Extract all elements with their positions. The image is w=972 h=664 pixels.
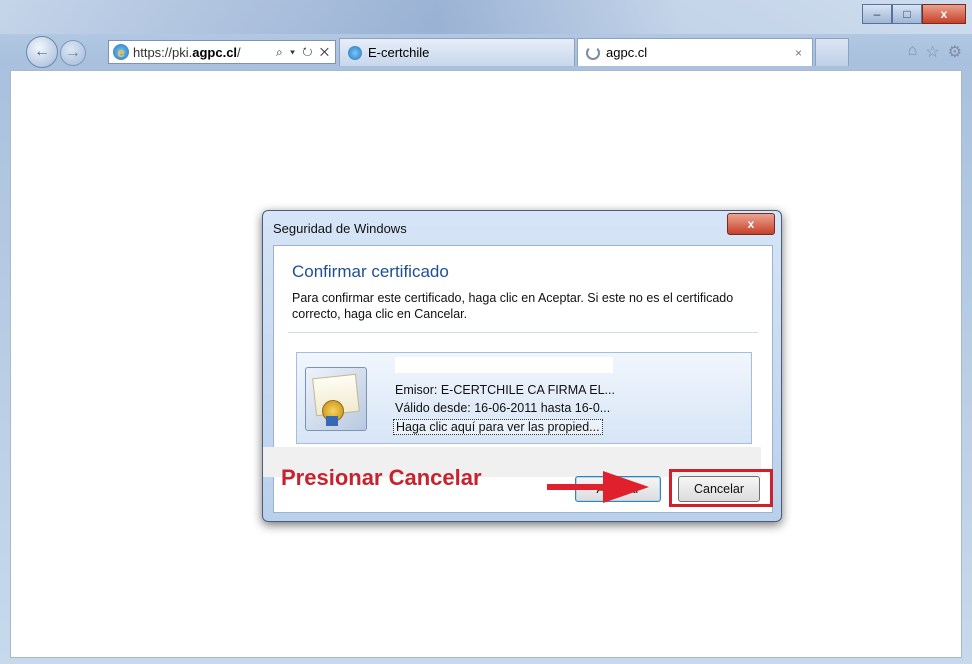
maximize-button[interactable]: □ (892, 4, 922, 24)
tab-label: E-certchile (368, 45, 430, 60)
certificate-issuer: Emisor: E-CERTCHILE CA FIRMA EL... (395, 383, 615, 397)
settings-icon[interactable]: ⚙ (948, 42, 962, 62)
title-bar (0, 0, 972, 34)
certificate-item[interactable]: Emisor: E-CERTCHILE CA FIRMA EL... Válid… (296, 352, 752, 444)
security-dialog: Seguridad de Windows x Confirmar certifi… (262, 210, 782, 522)
certificate-properties-link[interactable]: Haga clic aquí para ver las propied... (393, 419, 603, 435)
redacted-name (395, 357, 613, 373)
address-bar[interactable]: e https://pki.agpc.cl/ ⌕ ▾ ↻ ✕ (108, 40, 336, 64)
address-url[interactable]: https://pki.agpc.cl/ (133, 45, 241, 60)
dialog-title: Seguridad de Windows (273, 221, 407, 236)
window-controls: – □ x (862, 4, 966, 24)
dialog-close-button[interactable]: x (727, 213, 775, 235)
forward-button[interactable]: → (60, 40, 86, 66)
loading-icon (586, 45, 600, 60)
arrow-icon (547, 471, 649, 503)
browser-window: – □ x ← → e https://pki.agpc.cl/ ⌕ ▾ ↻ ✕… (0, 0, 972, 664)
new-tab-button[interactable] (815, 38, 849, 66)
dialog-message: Para confirmar este certificado, haga cl… (292, 291, 734, 321)
close-tab-icon[interactable]: × (795, 46, 802, 60)
forward-arrow-icon: → (65, 44, 81, 61)
back-arrow-icon: ← (34, 43, 50, 60)
back-button[interactable]: ← (26, 36, 58, 68)
cancel-highlight-box (669, 469, 773, 507)
favorites-icon[interactable]: ☆ (925, 42, 939, 62)
close-window-button[interactable]: x (922, 4, 966, 24)
divider (288, 332, 758, 333)
dialog-heading: Confirmar certificado (292, 262, 449, 281)
certificate-icon (305, 367, 367, 431)
toolbar-icons: ⌂ ☆ ⚙ (908, 42, 962, 62)
minimize-button[interactable]: – (862, 4, 892, 24)
tab-e-certchile[interactable]: E-certchile (339, 38, 575, 66)
tab-agpc[interactable]: agpc.cl × (577, 38, 813, 66)
home-icon[interactable]: ⌂ (908, 42, 918, 62)
address-tools[interactable]: ⌕ ▾ ↻ ✕ (276, 45, 335, 60)
ie-icon: e (113, 44, 129, 60)
instruction-callout: Presionar Cancelar (281, 465, 482, 490)
tab-label: agpc.cl (606, 45, 648, 60)
certificate-validity: Válido desde: 16-06-2011 hasta 16-0... (395, 401, 611, 415)
ie-tab-icon (348, 45, 362, 60)
